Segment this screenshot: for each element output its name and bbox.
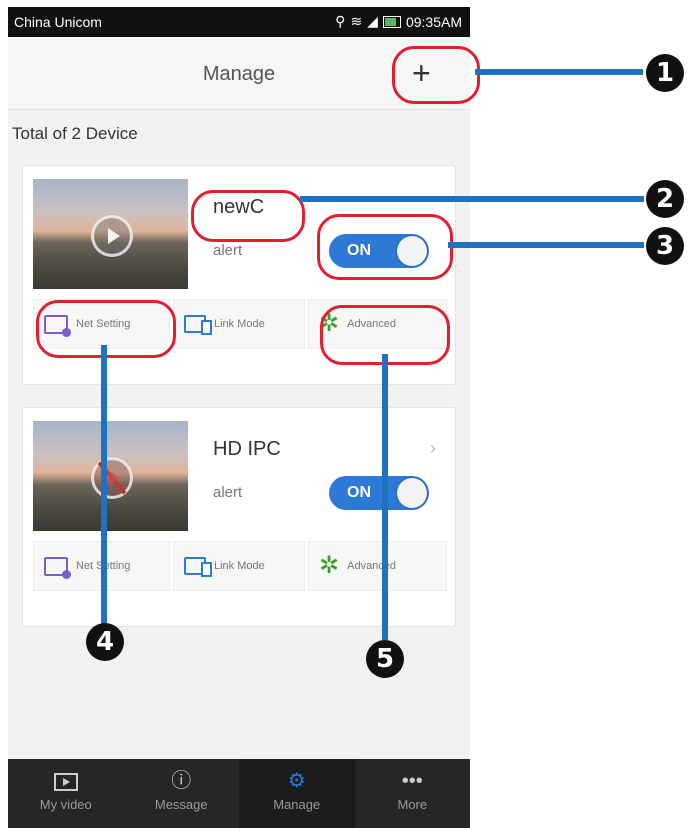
alert-label: alert <box>213 484 243 501</box>
camera-thumbnail[interactable] <box>33 421 188 531</box>
callout-badge-3: 3 <box>646 227 684 265</box>
phone-screen: China Unicom ⚲ ≋ ◢ 09:35AM Manage + Tota… <box>8 7 470 828</box>
callout-line <box>300 196 644 202</box>
carrier-label: China Unicom <box>14 14 102 30</box>
advanced-label: Advanced <box>347 560 397 572</box>
toggle-knob <box>397 478 427 508</box>
callout-ring <box>392 46 480 104</box>
gear-icon: ⚙ <box>287 770 306 792</box>
callout-ring <box>317 214 453 280</box>
link-mode-label: Link Mode <box>214 318 265 330</box>
link-mode-icon <box>184 557 212 577</box>
link-mode-icon <box>184 315 212 335</box>
net-setting-icon <box>44 556 71 579</box>
device-card[interactable]: HD IPC › alert ON Net Setting Link Mode … <box>22 407 456 627</box>
toggle-label: ON <box>347 484 371 501</box>
callout-line <box>382 354 388 640</box>
play-icon[interactable] <box>91 215 133 257</box>
alert-label: alert <box>213 242 243 259</box>
gear-icon: ✲ <box>319 552 340 579</box>
link-mode-button[interactable]: Link Mode <box>173 541 305 591</box>
device-count: Total of 2 Device <box>12 124 138 143</box>
more-icon: ••• <box>401 770 423 792</box>
callout-badge-4: 4 <box>86 623 124 661</box>
callout-badge-5: 5 <box>366 640 404 678</box>
advanced-button[interactable]: ✲ Advanced <box>308 541 447 591</box>
tab-label: More <box>397 797 428 812</box>
tab-label: Manage <box>273 797 321 812</box>
tab-message[interactable]: ⓘ Message <box>124 759 240 828</box>
chevron-right-icon[interactable]: › <box>430 438 436 459</box>
usb-icon: ⚲ <box>335 13 346 29</box>
callout-ring <box>191 190 305 242</box>
status-time: 09:35AM <box>405 13 462 30</box>
callout-badge-1: 1 <box>646 54 684 92</box>
video-icon <box>8 769 124 793</box>
tab-my-video[interactable]: My video <box>8 759 124 828</box>
signal-icon: ◢ <box>367 13 378 29</box>
tab-label: My video <box>39 797 92 812</box>
device-name: HD IPC <box>213 438 281 460</box>
wifi-icon: ≋ <box>350 13 363 29</box>
tab-more[interactable]: ••• More <box>355 759 471 828</box>
tab-manage[interactable]: ⚙ Manage <box>239 759 355 828</box>
status-icons: ⚲ ≋ ◢ 09:35AM <box>335 13 462 30</box>
callout-line <box>475 69 643 75</box>
message-icon: ⓘ <box>171 770 192 792</box>
bottom-tab-bar: My video ⓘ Message ⚙ Manage ••• More <box>8 759 470 828</box>
camera-offline-icon[interactable] <box>91 457 133 499</box>
link-mode-label: Link Mode <box>214 560 265 572</box>
callout-line <box>101 345 107 627</box>
link-mode-button[interactable]: Link Mode <box>173 299 305 349</box>
status-bar: China Unicom ⚲ ≋ ◢ 09:35AM <box>8 7 470 37</box>
alert-toggle[interactable]: ON <box>329 476 429 510</box>
tab-label: Message <box>154 797 208 812</box>
callout-line <box>448 242 644 248</box>
camera-thumbnail[interactable] <box>33 179 188 289</box>
battery-icon <box>382 15 401 28</box>
callout-badge-2: 2 <box>646 180 684 218</box>
